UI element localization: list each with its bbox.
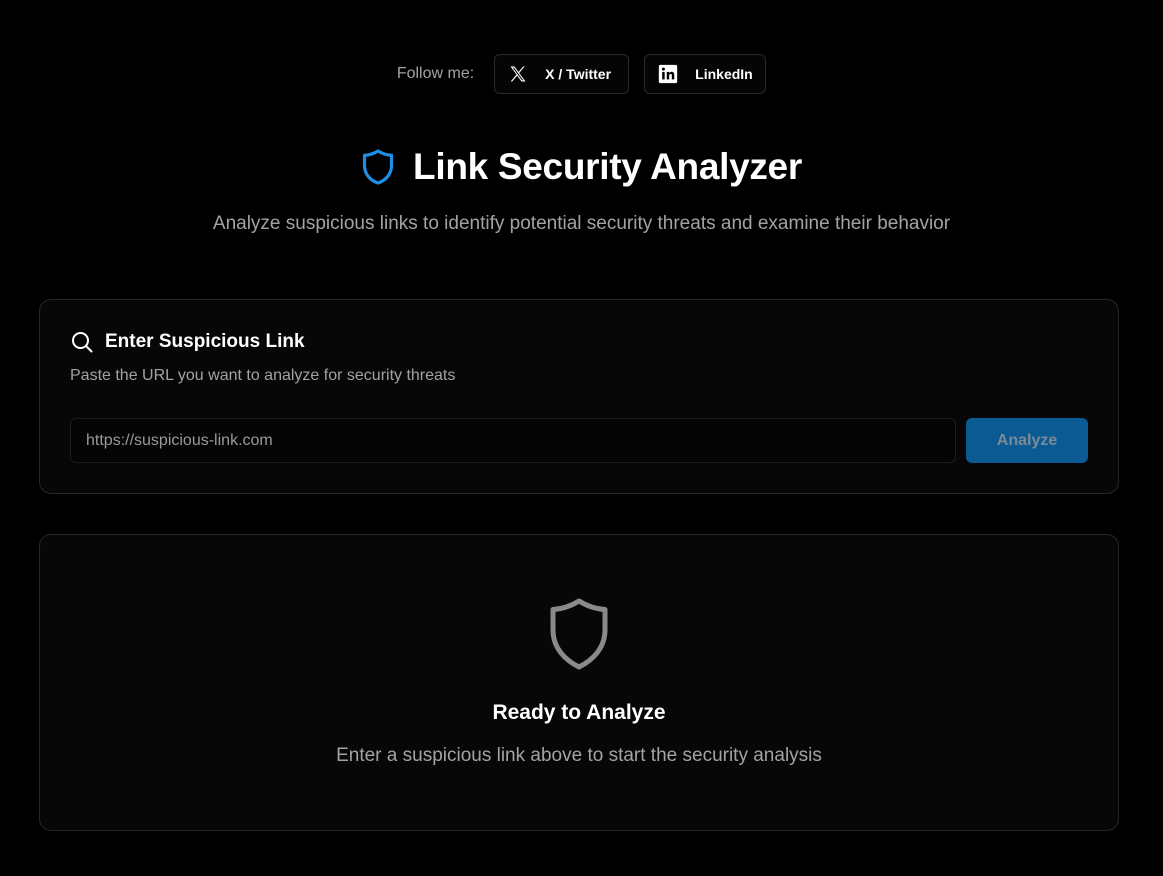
card-description: Paste the URL you want to analyze for se… xyxy=(70,367,456,384)
page-header: Link Security Analyzer xyxy=(0,146,1163,188)
twitter-button[interactable]: X / Twitter xyxy=(494,54,630,94)
analyze-button[interactable]: Analyze xyxy=(966,418,1088,463)
card-heading: Enter Suspicious Link xyxy=(70,330,305,354)
empty-state-title: Ready to Analyze xyxy=(492,701,666,724)
linkedin-button[interactable]: LinkedIn xyxy=(644,54,767,94)
card-heading-text: Enter Suspicious Link xyxy=(105,331,305,352)
follow-label: Follow me: xyxy=(396,65,475,82)
page-subtitle: Analyze suspicious links to identify pot… xyxy=(212,213,951,234)
empty-state-card: Ready to Analyze Enter a suspicious link… xyxy=(39,534,1119,831)
page-title: Link Security Analyzer xyxy=(413,146,802,187)
shield-icon xyxy=(547,597,611,678)
search-icon xyxy=(70,330,94,354)
follow-bar: Follow me: X / Twitter LinkedIn xyxy=(0,54,1163,94)
linkedin-logo-icon xyxy=(657,63,679,85)
x-logo-icon xyxy=(507,63,529,85)
shield-icon xyxy=(361,147,397,187)
empty-state-description: Enter a suspicious link above to start t… xyxy=(336,745,822,766)
url-input[interactable] xyxy=(70,418,956,463)
linkedin-label: LinkedIn xyxy=(695,66,753,82)
twitter-label: X / Twitter xyxy=(545,66,612,82)
link-input-card: Enter Suspicious Link Paste the URL you … xyxy=(39,299,1119,494)
